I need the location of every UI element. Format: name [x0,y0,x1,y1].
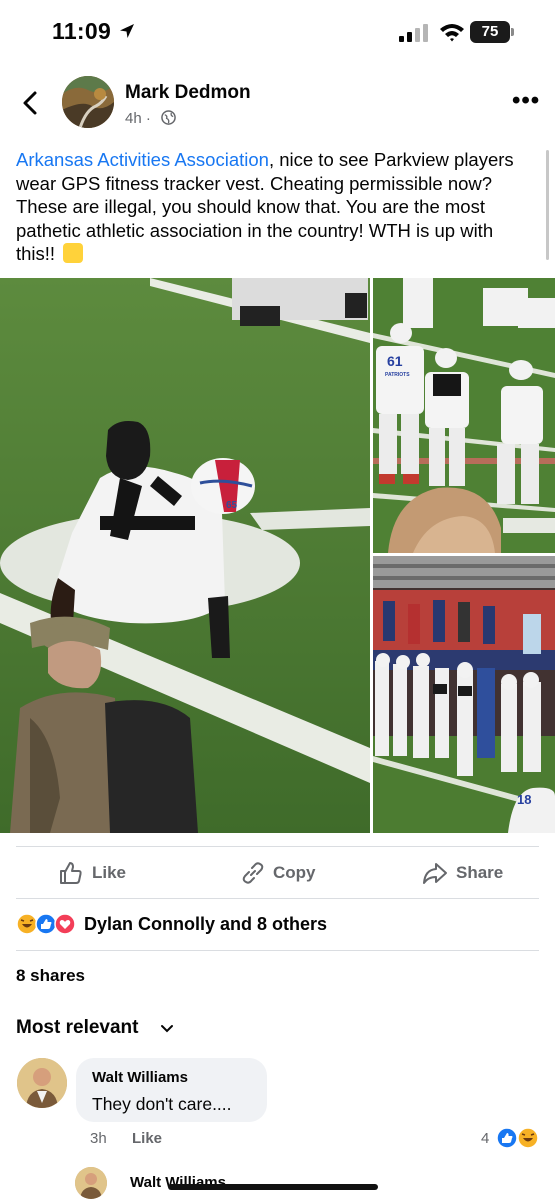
post-age: 4h · [125,110,151,127]
like-reaction-icon [35,913,57,935]
shrug-emoji-icon [63,243,84,263]
jersey-number: 61 [387,353,403,369]
post-photo-top-right[interactable]: 61 PATRIOTS [373,278,555,553]
like-reaction-icon [496,1127,518,1149]
post-photo-bottom-right[interactable]: 18 [373,556,555,833]
share-label: Share [456,863,504,882]
wifi-icon [440,24,464,42]
like-button[interactable]: Like [58,860,138,886]
comment-reaction-icons[interactable] [496,1127,542,1149]
thumbs-up-icon [60,862,82,884]
more-options-icon[interactable]: ••• [512,89,540,113]
haha-reaction-icon [517,1127,539,1149]
cellular-signal-icon [399,24,428,42]
chevron-down-icon[interactable] [160,1021,174,1035]
post-age-text: 4h [125,110,142,127]
jersey-label: PATRIOTS [385,372,410,378]
player-number: 18 [517,792,531,807]
photo-top-right-image: 61 PATRIOTS [373,278,555,553]
commenter-name[interactable]: Walt Williams [92,1069,188,1086]
post-text: Arkansas Activities Association, nice to… [16,148,536,266]
shares-count[interactable]: 8 shares [16,966,85,986]
author-avatar[interactable] [62,76,114,128]
helmet-number: 65 [226,500,238,511]
copy-label: Copy [273,863,316,882]
share-arrow-icon [423,863,447,884]
author-name[interactable]: Mark Dedmon [125,82,251,104]
back-chevron-icon[interactable] [20,90,42,116]
haha-reaction-icon [16,913,38,935]
reaction-summary[interactable]: Dylan Connolly and 8 others [84,914,327,935]
globe-icon [161,110,176,125]
comment-time: 3h [90,1130,107,1147]
mention-link[interactable]: Arkansas Activities Association [16,149,269,170]
status-time: 11:09 [52,18,112,44]
photo-main-image: 65 [0,278,370,833]
home-indicator[interactable] [168,1184,378,1190]
post-photo-main[interactable]: 65 [0,278,370,833]
comment-like-button[interactable]: Like [132,1130,162,1147]
scrollbar[interactable] [546,150,549,260]
avatar-landscape-image [62,76,114,128]
comment-text: They don't care.... [92,1094,232,1114]
commenter-photo [17,1058,67,1108]
location-arrow-icon [120,24,134,38]
comment-reaction-count[interactable]: 4 [481,1130,489,1147]
copy-button[interactable]: Copy [240,860,330,886]
commenter-avatar[interactable] [17,1058,67,1108]
like-label: Like [92,863,127,882]
divider-top [16,846,539,847]
link-icon [242,862,264,884]
photo-bottom-right-image: 18 [373,556,555,833]
share-button[interactable]: Share [422,860,512,886]
battery-indicator: 75 [470,21,510,43]
battery-tip [511,28,514,36]
comment-sort-label[interactable]: Most relevant [16,1017,138,1039]
divider-bottom [16,898,539,899]
love-reaction-icon [54,913,76,935]
divider-reactions [16,950,539,951]
reply-avatar-photo [75,1167,107,1199]
reply-avatar[interactable] [75,1167,107,1199]
reaction-icons[interactable] [16,913,78,935]
